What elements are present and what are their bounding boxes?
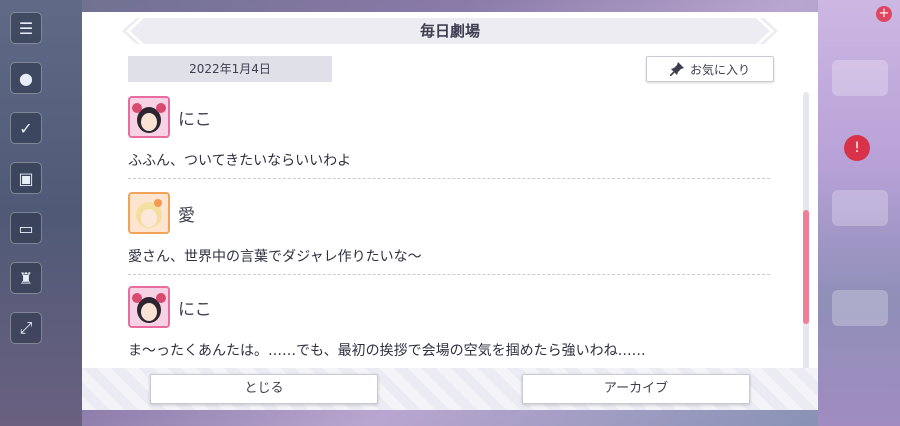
list-item: 愛 愛さん、世界中の言葉でダジャレ作りたいな〜: [128, 192, 770, 275]
pin-icon: [669, 62, 684, 76]
dialogue-line: ふふん、ついてきたいならいいわよ: [128, 150, 770, 179]
daily-theater-dialog: 毎日劇場 2022年1月4日 お気に入り にこ ふふん、ついてきたいならいいわよ…: [82, 12, 818, 410]
favorite-button[interactable]: お気に入り: [646, 56, 774, 82]
dialog-title: 毎日劇場: [419, 22, 480, 40]
gift-icon: ▣: [10, 162, 42, 194]
speaker-row: にこ: [128, 96, 770, 138]
speaker-name: にこ: [178, 299, 212, 320]
notice-badge-icon: !: [844, 135, 870, 161]
speaker-name: にこ: [178, 109, 212, 130]
background-deco: [832, 290, 888, 326]
expand-icon: ⤢: [10, 312, 42, 344]
list-item: にこ ふふん、ついてきたいならいいわよ: [128, 96, 770, 179]
date-label: 2022年1月4日: [128, 56, 332, 82]
speaker-row: 愛: [128, 192, 770, 234]
scrollbar[interactable]: [803, 92, 809, 384]
scrollbar-thumb[interactable]: [803, 210, 809, 324]
menu-icon: ☰: [10, 12, 42, 44]
avatar: [128, 286, 170, 328]
dialogue-line: 愛さん、世界中の言葉でダジャレ作りたいな〜: [128, 246, 770, 275]
background-deco: [832, 60, 888, 96]
dialogue-line: ま〜ったくあんたは。……でも、最初の挨拶で会場の空気を掴めたら強いわね……: [128, 340, 770, 369]
background-deco: [832, 190, 888, 226]
avatar: [128, 192, 170, 234]
screen-icon: ▭: [10, 212, 42, 244]
conversation-list[interactable]: にこ ふふん、ついてきたいならいいわよ 愛 愛さん、世界中の言葉でダジャレ作りた…: [128, 92, 774, 372]
trophy-icon: ♜: [10, 262, 42, 294]
title-bar: 毎日劇場: [122, 18, 778, 44]
mission-icon: ✓: [10, 112, 42, 144]
speaker-row: にこ: [128, 286, 770, 328]
close-button[interactable]: とじる: [150, 374, 378, 404]
favorite-label: お気に入り: [689, 62, 750, 77]
avatar: [128, 96, 170, 138]
archive-button[interactable]: アーカイブ: [522, 374, 750, 404]
speaker-name: 愛: [178, 205, 195, 226]
chat-icon: ●: [10, 62, 42, 94]
list-item: にこ ま〜ったくあんたは。……でも、最初の挨拶で会場の空気を掴めたら強いわね……: [128, 286, 770, 369]
add-icon: +: [876, 6, 892, 22]
